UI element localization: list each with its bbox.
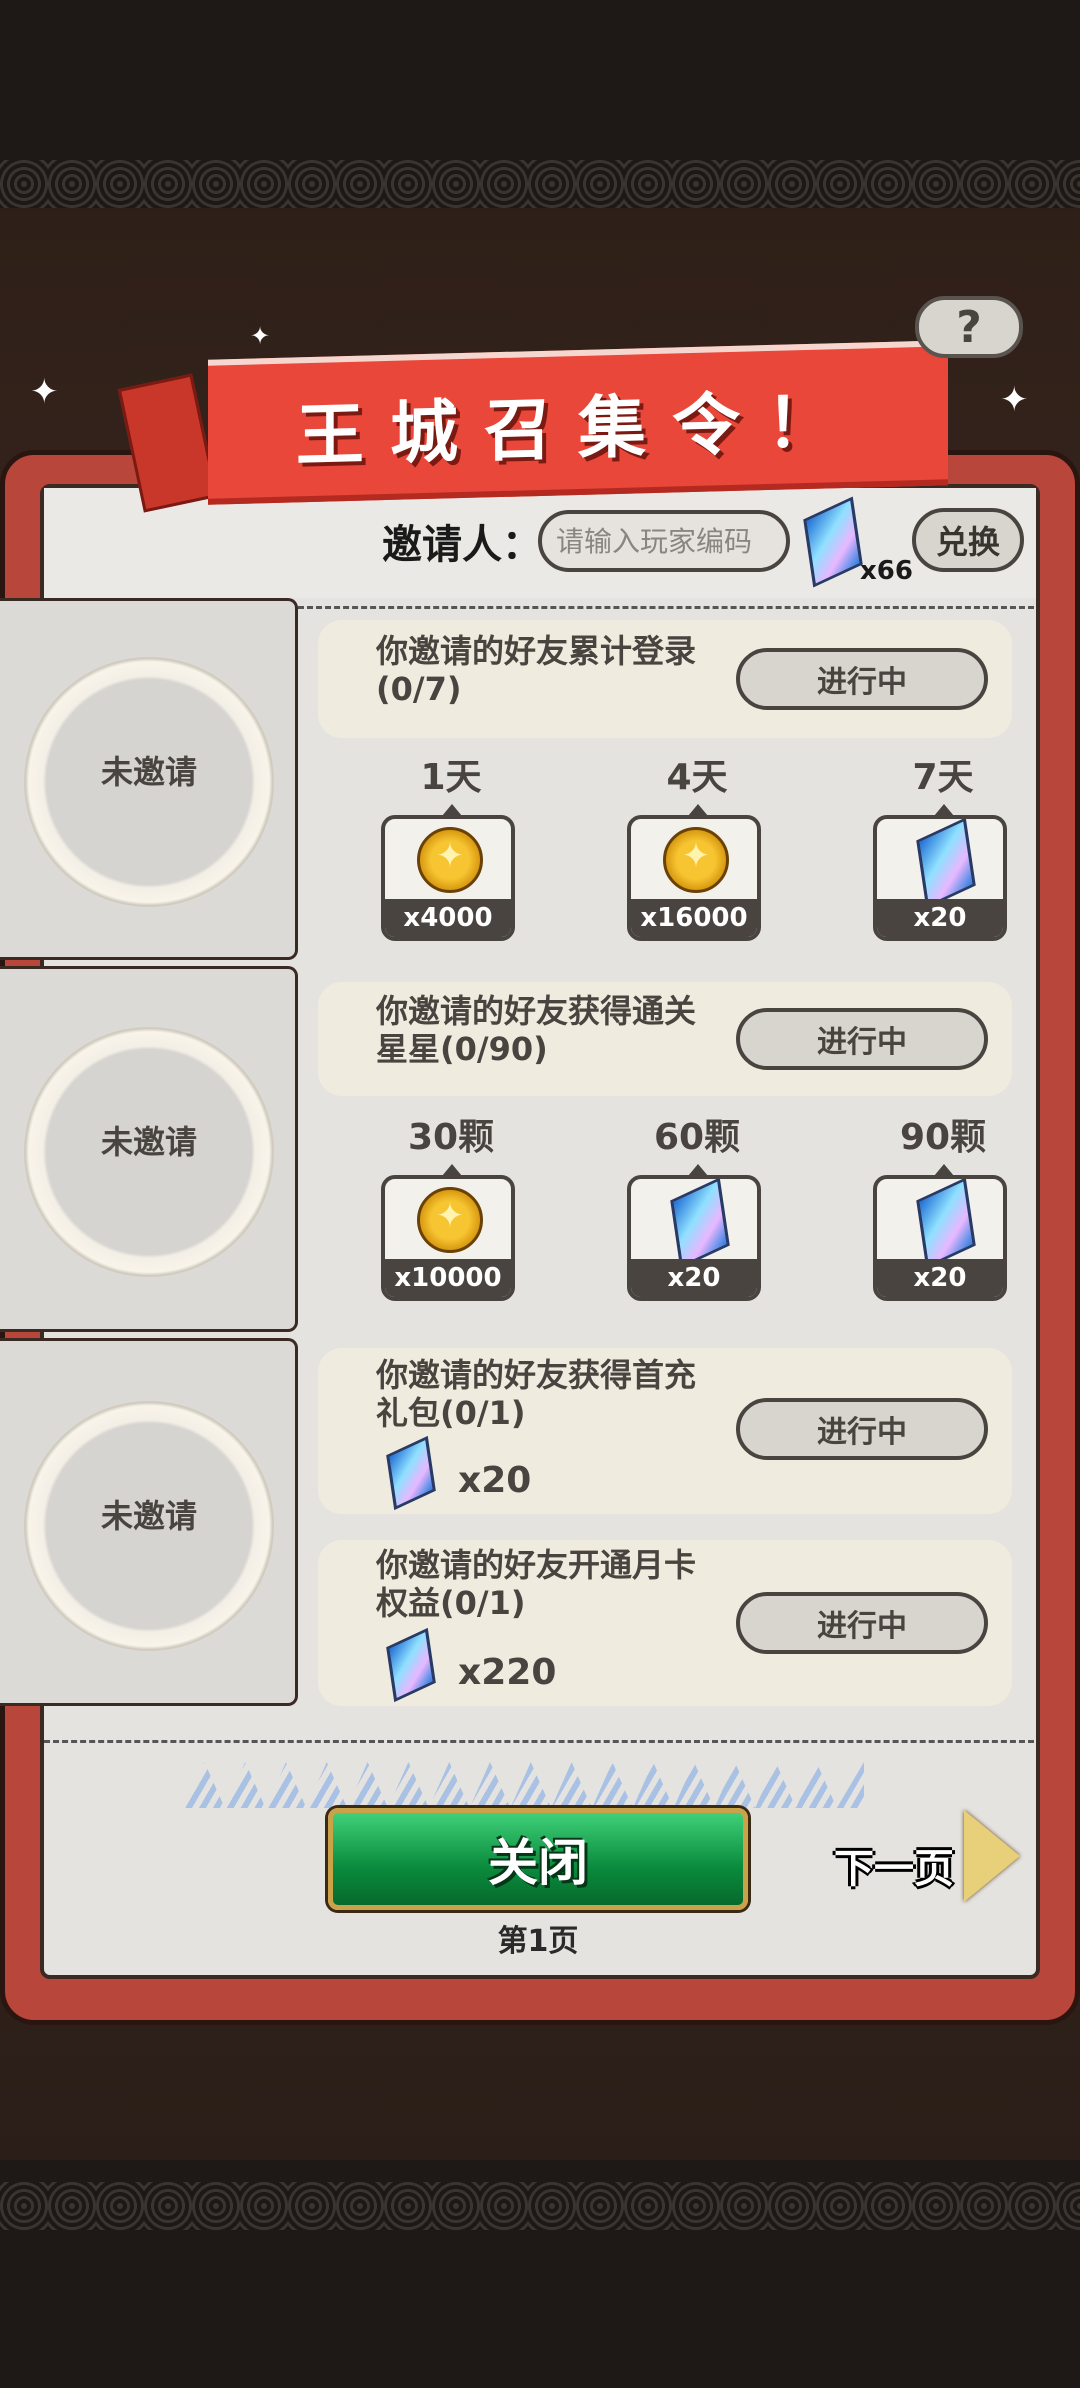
reward-quantity: x20 (631, 1259, 757, 1297)
reward-item[interactable]: x20 (873, 815, 1007, 941)
close-button[interactable]: 关闭 (328, 1808, 748, 1910)
invite-slot[interactable]: 未邀请 (0, 1338, 298, 1706)
status-button[interactable]: 进行中 (736, 1398, 988, 1460)
reward-item[interactable]: x20 (873, 1175, 1007, 1301)
blue-gem-icon (916, 1179, 976, 1269)
sparkle-icon: ✦ (250, 322, 271, 350)
reward-quantity: x20 (458, 1460, 532, 1501)
invite-slot-label: 未邀请 (100, 1123, 197, 1161)
status-button[interactable]: 进行中 (736, 1008, 988, 1070)
task-description: 你邀请的好友累计登录 (0/7) (376, 632, 697, 708)
exchange-button[interactable]: 兑换 (912, 508, 1024, 572)
invite-slot[interactable]: 未邀请 (0, 598, 298, 960)
status-button[interactable]: 进行中 (736, 648, 988, 710)
gold-coin-icon (417, 1187, 483, 1253)
reward-label: 1天 (420, 757, 482, 798)
reward-label: 4天 (666, 757, 728, 798)
task-card: 你邀请的好友获得首充 礼包(0/1) 进行中 x20 (318, 1348, 1012, 1514)
reward-item[interactable]: x4000 (381, 815, 515, 941)
reward-quantity: x10000 (385, 1259, 511, 1297)
gem-count: x66 (860, 556, 913, 586)
divider (298, 606, 1034, 609)
reward-quantity: x20 (877, 1259, 1003, 1297)
inviter-label: 邀请人： (382, 522, 542, 568)
blue-gem-icon (386, 1627, 436, 1703)
task-card: 你邀请的好友获得通关 星星(0/90) 进行中 (318, 982, 1012, 1096)
blue-gem-icon (386, 1435, 436, 1511)
reward-quantity: x220 (458, 1652, 557, 1693)
help-button[interactable]: ? (915, 296, 1023, 358)
bottom-decor-strip (0, 2182, 1080, 2230)
reward-item[interactable]: x10000 (381, 1175, 515, 1301)
reward-quantity: x16000 (631, 899, 757, 937)
sparkle-icon: ✦ (30, 372, 59, 412)
blue-gem-icon (916, 819, 976, 909)
invite-slot-label: 未邀请 (100, 753, 197, 791)
gold-coin-icon (663, 827, 729, 893)
reward-label: 90颗 (899, 1117, 987, 1158)
task-description: 你邀请的好友获得首充 礼包(0/1) (376, 1356, 697, 1432)
next-page-button[interactable]: 下一页 (834, 1836, 954, 1894)
task-card: 你邀请的好友累计登录 (0/7) 进行中 (318, 620, 1012, 738)
task-card: 你邀请的好友开通月卡 权益(0/1) 进行中 x220 (318, 1540, 1012, 1706)
divider (44, 1740, 1034, 1743)
reward-quantity: x20 (877, 899, 1003, 937)
reward-quantity: x4000 (385, 899, 511, 937)
top-decor-strip (0, 160, 1080, 208)
top-band (0, 0, 1080, 160)
title-banner: 王城召集令！ (208, 340, 948, 505)
page-indicator: 第1页 (497, 1924, 579, 1959)
task-description: 你邀请的好友开通月卡 权益(0/1) (376, 1546, 697, 1622)
reward-label: 7天 (912, 757, 974, 798)
task-description: 你邀请的好友获得通关 星星(0/90) (376, 992, 697, 1068)
next-arrow-icon[interactable] (964, 1810, 1020, 1902)
invite-slot-label: 未邀请 (100, 1497, 197, 1535)
gold-coin-icon (417, 827, 483, 893)
page-title: 王城召集令！ (295, 382, 860, 477)
status-button[interactable]: 进行中 (736, 1592, 988, 1654)
reward-label: 30颗 (407, 1117, 495, 1158)
player-code-input[interactable] (538, 510, 790, 572)
sparkle-icon: ✦ (1000, 380, 1029, 420)
reward-label: 60颗 (653, 1117, 741, 1158)
reward-item[interactable]: x16000 (627, 815, 761, 941)
invite-slot[interactable]: 未邀请 (0, 966, 298, 1332)
blue-gem-icon (670, 1179, 730, 1269)
reward-item[interactable]: x20 (627, 1175, 761, 1301)
